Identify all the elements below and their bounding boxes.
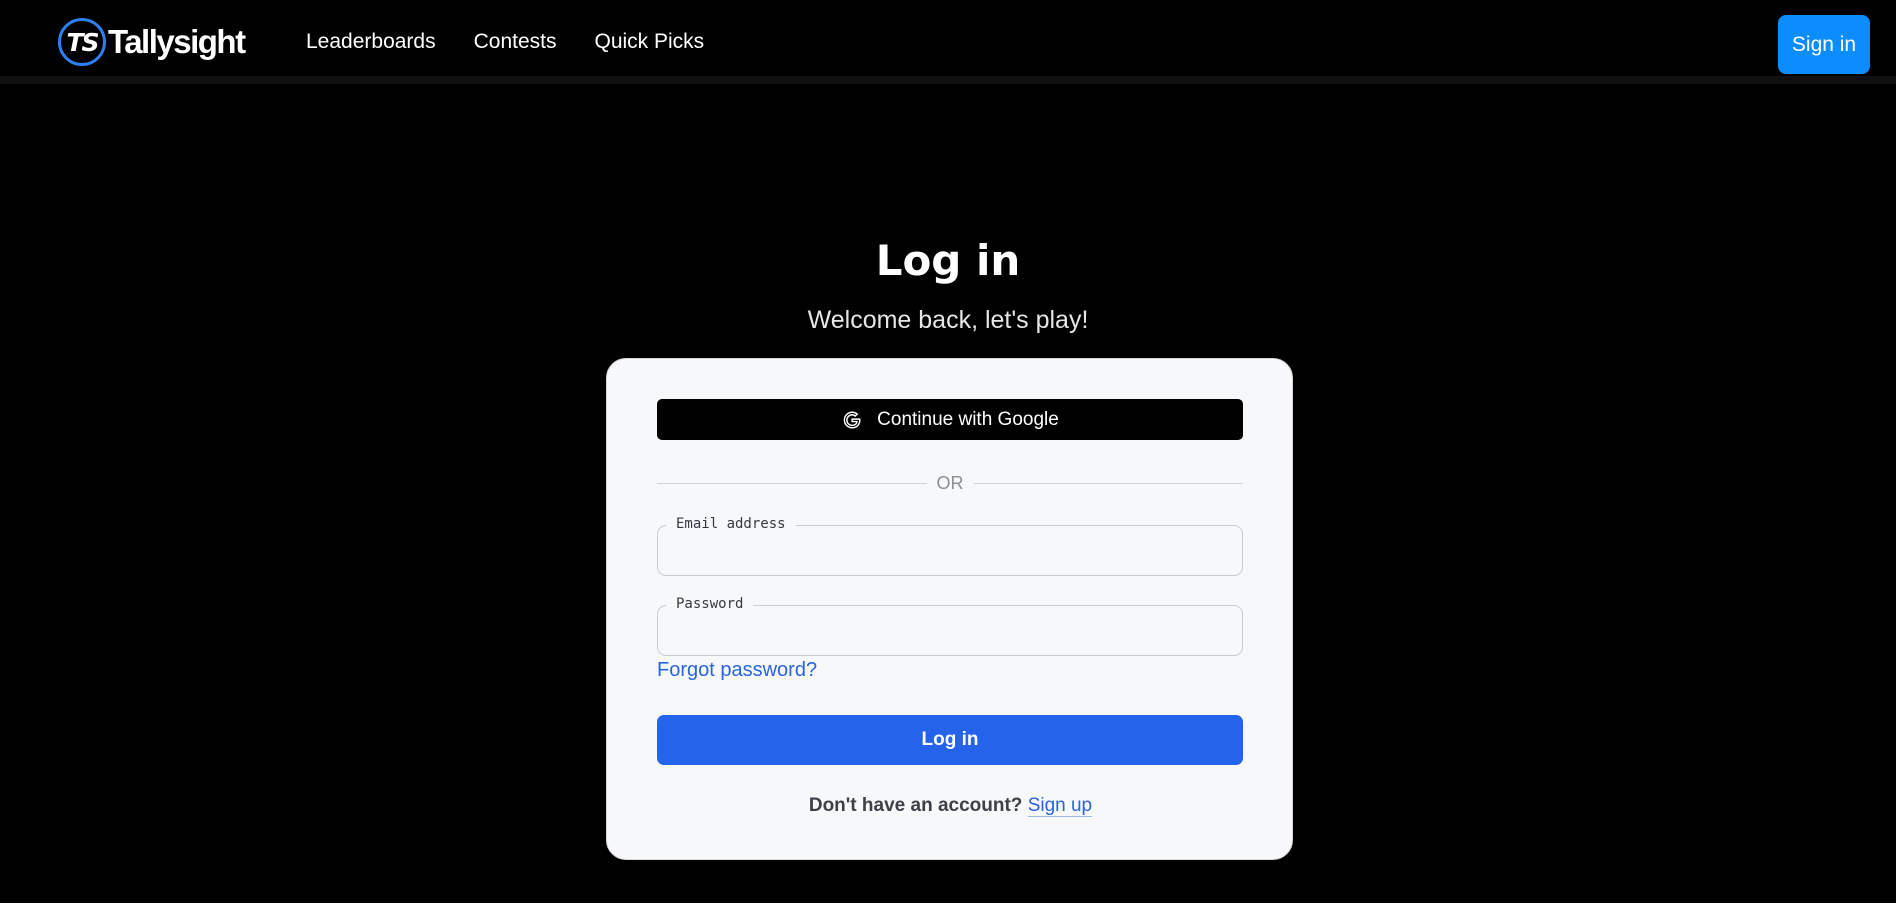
- nav-item-contests[interactable]: Contests: [474, 30, 557, 54]
- top-navigation-bar: TS Tallysight Leaderboards Contests Quic…: [0, 0, 1896, 84]
- nav-item-quick-picks[interactable]: Quick Picks: [594, 30, 704, 54]
- log-in-button[interactable]: Log in: [657, 715, 1243, 765]
- or-divider: OR: [657, 471, 1243, 495]
- password-label: Password: [666, 596, 754, 612]
- sign-in-button[interactable]: Sign in: [1778, 15, 1870, 74]
- email-field: Email address: [657, 516, 1243, 576]
- continue-with-google-button[interactable]: Continue with Google: [657, 399, 1243, 440]
- password-field: Password: [657, 596, 1243, 656]
- page-title: Log in: [875, 236, 1021, 285]
- divider-line-left: [657, 482, 927, 484]
- google-g-icon: [843, 410, 861, 429]
- signup-prompt: Don't have an account?: [808, 795, 1023, 816]
- google-button-label: Continue with Google: [877, 408, 1059, 430]
- page-subtitle: Welcome back, let's play!: [807, 306, 1089, 334]
- password-input[interactable]: [658, 606, 1242, 655]
- logo-icon: TS: [58, 18, 106, 66]
- login-card: Continue with Google OR Email address Pa…: [606, 358, 1293, 860]
- email-input[interactable]: [658, 526, 1242, 575]
- signup-row: Don't have an account? Sign up: [607, 795, 1294, 817]
- divider-line-right: [973, 482, 1243, 484]
- main-nav: Leaderboards Contests Quick Picks: [306, 30, 704, 54]
- brand-name: Tallysight: [108, 23, 246, 60]
- sign-up-link[interactable]: Sign up: [1027, 795, 1093, 817]
- brand-logo[interactable]: TS Tallysight: [58, 17, 246, 67]
- divider-text: OR: [936, 472, 964, 493]
- email-label: Email address: [666, 516, 796, 532]
- nav-item-leaderboards[interactable]: Leaderboards: [306, 30, 436, 54]
- forgot-password-link[interactable]: Forgot password?: [657, 659, 817, 682]
